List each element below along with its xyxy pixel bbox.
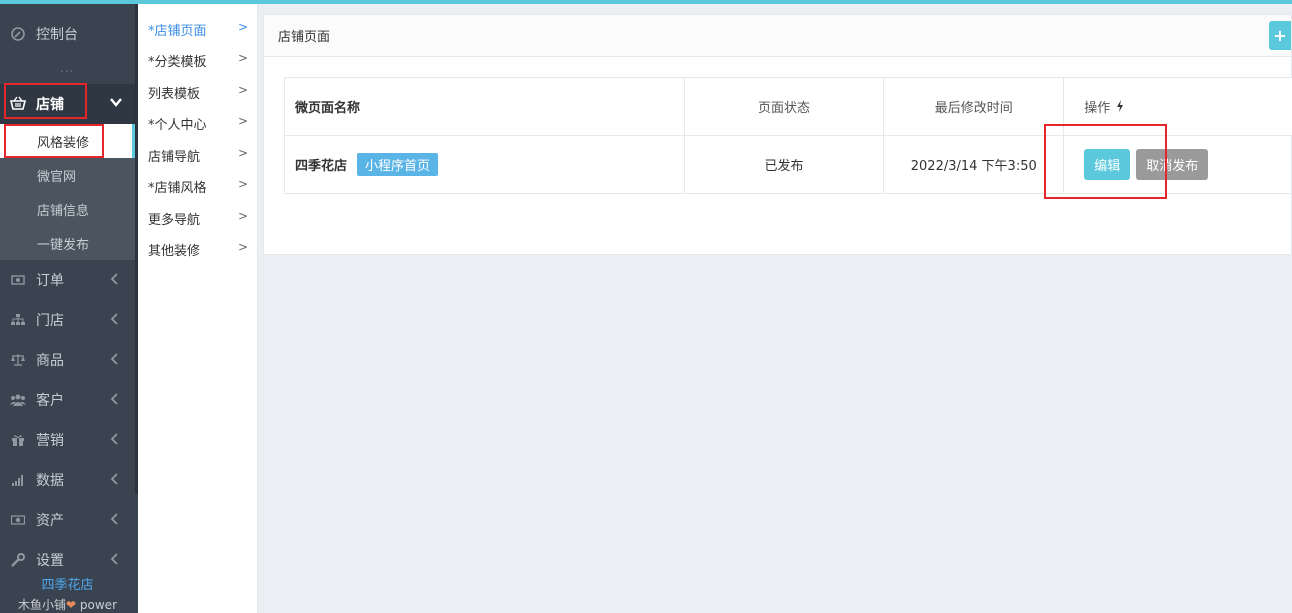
chevron-right-icon: > — [237, 146, 248, 160]
highlight-box-shop — [4, 83, 87, 119]
power-footer: 木鱼小铺❤ power — [0, 596, 135, 613]
column-header-name: 微页面名称 — [284, 77, 685, 136]
chevron-right-icon: > — [237, 83, 248, 97]
chevron-left-icon — [109, 272, 123, 288]
balance-scale-icon — [10, 352, 26, 368]
submenu-label: 店铺信息 — [37, 203, 90, 219]
page-name: 四季花店 — [295, 159, 348, 174]
bolt-icon — [1116, 100, 1124, 115]
menu2-item-shop-page[interactable]: *店铺页面 > — [148, 17, 248, 41]
menu2-item-list-template[interactable]: 列表模板 > — [148, 80, 248, 104]
menu2-item-other-decor[interactable]: 其他装修 > — [148, 237, 248, 261]
sidebar-item-dashboard[interactable]: 控制台 — [0, 14, 135, 54]
actions-header-label: 操作 — [1084, 101, 1111, 116]
sidebar-item-label: 控制台 — [36, 27, 78, 43]
column-header-modified: 最后修改时间 — [883, 77, 1065, 136]
sitemap-icon — [10, 312, 26, 328]
sidebar-item-label: 商品 — [36, 353, 64, 369]
menu2-label: *个人中心 — [148, 117, 207, 133]
sidebar-item-products[interactable]: 商品 — [0, 340, 135, 380]
shop-brand-name: 四季花店 — [41, 578, 94, 593]
sidebar-item-label: 资产 — [36, 513, 64, 529]
highlight-box-actions — [1044, 124, 1167, 199]
highlight-box-style — [4, 124, 104, 158]
sidebar-item-label: 客户 — [36, 393, 64, 409]
heart-icon: ❤ — [66, 598, 77, 612]
menu2-item-more-nav[interactable]: 更多导航 > — [148, 206, 248, 230]
chevron-right-icon: > — [237, 177, 248, 191]
submenu-item-microsite[interactable]: 微官网 — [0, 158, 135, 192]
sidebar-item-orders[interactable]: 订单 — [0, 260, 135, 300]
money-icon — [10, 272, 26, 288]
menu2-label: 其他装修 — [148, 243, 201, 259]
power-suffix: power — [79, 598, 117, 612]
menu2-item-category-template[interactable]: *分类模板 > — [148, 48, 248, 72]
modified-cell: 2022/3/14 下午3:50 — [883, 135, 1065, 194]
sidebar-item-label: 门店 — [36, 313, 64, 329]
chevron-left-icon — [109, 432, 123, 448]
sidebar-item-label: 数据 — [36, 473, 64, 489]
menu2-label: 更多导航 — [148, 212, 201, 228]
chevron-right-icon: > — [237, 51, 248, 65]
secondary-menu: *店铺页面 > *分类模板 > 列表模板 > *个人中心 > 店铺导航 > *店铺风格 > … — [138, 4, 258, 613]
page-name-cell: 四季花店 小程序首页 — [284, 135, 685, 194]
submenu-item-shop-info[interactable]: 店铺信息 — [0, 192, 135, 226]
page-title: 店铺页面 — [278, 30, 331, 45]
cash-icon — [10, 512, 26, 528]
column-header-status: 页面状态 — [683, 77, 885, 136]
dashboard-icon — [10, 26, 26, 42]
sidebar-item-data[interactable]: 数据 — [0, 460, 135, 500]
menu2-label: *分类模板 — [148, 54, 207, 70]
submenu-label: 微官网 — [37, 169, 77, 185]
sidebar-item-customers[interactable]: 客户 — [0, 380, 135, 420]
chevron-left-icon — [109, 472, 123, 488]
status-cell: 已发布 — [683, 135, 885, 194]
chevron-left-icon — [109, 552, 123, 568]
chevron-left-icon — [109, 352, 123, 368]
power-prefix: 木鱼小铺 — [18, 598, 67, 612]
menu2-item-personal-center[interactable]: *个人中心 > — [148, 111, 248, 135]
chevron-right-icon: > — [237, 209, 248, 223]
chevron-right-icon: > — [237, 240, 248, 254]
menu2-label: *店铺风格 — [148, 180, 207, 196]
sidebar-item-stores[interactable]: 门店 — [0, 300, 135, 340]
sidebar-item-label: 营销 — [36, 433, 64, 449]
menu2-item-shop-nav[interactable]: 店铺导航 > — [148, 143, 248, 167]
chevron-right-icon: > — [237, 114, 248, 128]
menu2-label: *店铺页面 — [148, 23, 207, 39]
menu2-item-shop-style[interactable]: *店铺风格 > — [148, 174, 248, 198]
add-button[interactable]: + — [1269, 21, 1291, 50]
signal-icon — [10, 472, 26, 488]
sidebar-item-label: 订单 — [36, 273, 64, 289]
chevron-left-icon — [109, 512, 123, 528]
home-tag-badge: 小程序首页 — [357, 153, 439, 176]
submenu-label: 一键发布 — [37, 237, 90, 253]
chevron-right-icon: > — [237, 20, 248, 34]
submenu-item-publish[interactable]: 一键发布 — [0, 226, 135, 260]
gift-icon — [10, 432, 26, 448]
wrench-icon — [10, 552, 26, 568]
sidebar-item-marketing[interactable]: 营销 — [0, 420, 135, 460]
menu2-label: 店铺导航 — [148, 149, 201, 165]
sidebar-divider-dots: ... — [60, 61, 75, 75]
chevron-left-icon — [109, 312, 123, 328]
sidebar-item-assets[interactable]: 资产 — [0, 500, 135, 540]
panel-header: 店铺页面 — [264, 15, 1291, 57]
chevron-left-icon — [109, 392, 123, 408]
sidebar-item-label: 设置 — [36, 553, 64, 569]
menu2-label: 列表模板 — [148, 86, 201, 102]
chevron-down-icon — [109, 95, 123, 113]
users-icon — [10, 392, 26, 408]
